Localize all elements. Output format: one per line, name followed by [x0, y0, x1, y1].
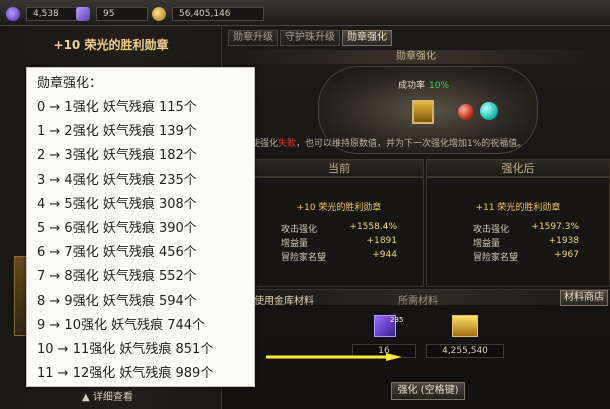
success-rate-value: 10%	[429, 81, 450, 91]
enhance-cost-tooltip: 勋章强化： 0 → 1强化 妖气残痕 115个 1 → 2强化 妖气残痕 139…	[26, 67, 255, 387]
warning-fail-text: 失败	[278, 139, 297, 149]
warning-part: ，也可以维持原数值，并为下一次强化增加1%的祝福值。	[296, 139, 527, 149]
materials-bar: 使用金库材料 所需材料 材料商店	[254, 289, 610, 307]
tooltip-row: 5 → 6强化 妖气残痕 390个	[37, 220, 197, 236]
gold-coins-icon	[152, 7, 166, 21]
stat-label: 冒险家名望	[281, 253, 327, 263]
stat-value: +967	[554, 250, 579, 260]
tooltip-row: 3 → 4强化 妖气残痕 235个	[37, 172, 197, 188]
material-shop-button[interactable]: 材料商店	[560, 290, 608, 306]
success-rate-label: 成功率	[398, 81, 426, 91]
arrow-annotation-icon	[266, 353, 402, 361]
stat-label: 冒险家名望	[473, 253, 519, 263]
stat-label: 增益量	[281, 239, 309, 249]
cube-icon	[76, 7, 90, 21]
stat-value: +1558.4%	[349, 222, 397, 232]
medal-slot[interactable]	[412, 100, 434, 124]
tooltip-row: 11 → 12强化 妖气残痕 989个	[37, 366, 214, 382]
current-stats-box: +10 荣光的胜利勋章 攻击强化 +1558.4% 增益量 +1891 冒险家名…	[254, 177, 424, 287]
current-header: 当前	[254, 159, 424, 177]
red-bead-icon	[458, 104, 474, 120]
enhance-panel: 勋章升级 守护珠升级 勋章强化 勋章强化 成功率 10% 即使强化失败，也可以维持…	[222, 26, 610, 409]
tooltip-row: 1 → 2强化 妖气残痕 139个	[37, 124, 197, 140]
cube-currency: 95	[76, 6, 148, 22]
gold-cost: 4,255,540	[426, 344, 504, 358]
after-stats-box: +11 荣光的胜利勋章 攻击强化 +1597.3% 增益量 +1938 冒险家名…	[426, 177, 610, 287]
use-vault-materials[interactable]: 使用金库材料	[254, 292, 314, 307]
detail-view-link[interactable]: ▲ 详细查看	[82, 388, 133, 403]
stat-label: 攻击强化	[281, 225, 318, 235]
required-materials-label: 所需材料	[398, 296, 438, 307]
success-rate: 成功率 10%	[398, 78, 449, 91]
after-header: 强化后	[426, 159, 610, 177]
stat-value: +1891	[366, 236, 397, 246]
stat-value: +944	[372, 250, 397, 260]
medal-title: +10 荣光的胜利勋章	[53, 38, 169, 52]
enhance-section-title: 勋章强化	[228, 50, 604, 64]
tooltip-row: 7 → 8强化 妖气残痕 552个	[37, 269, 197, 285]
material-badge: 235	[390, 316, 404, 324]
tab-guard-bead-upgrade[interactable]: 守护珠升级	[280, 30, 340, 46]
cyan-bead-icon	[480, 102, 498, 120]
spirit-orb-icon	[6, 7, 20, 21]
after-item-name: +11 荣光的胜利勋章	[475, 203, 561, 213]
stat-label: 攻击强化	[473, 225, 510, 235]
tooltip-row: 2 → 3强化 妖气残痕 182个	[37, 148, 197, 164]
tooltip-row: 8 → 9强化 妖气残痕 594个	[37, 293, 197, 309]
tab-bar: 勋章升级 守护珠升级 勋章强化	[228, 30, 392, 46]
tooltip-row: 4 → 5强化 妖气残痕 308个	[37, 196, 197, 212]
tooltip-row: 0 → 1强化 妖气残痕 115个	[37, 100, 197, 115]
currency-bar: 4,538 95 56,405,146	[0, 0, 610, 26]
stat-value: +1938	[548, 236, 579, 246]
current-item-name: +10 荣光的胜利勋章	[296, 203, 382, 213]
spirit-currency: 4,538	[6, 6, 86, 22]
gold-value: 56,405,146	[172, 7, 264, 21]
tab-medal-enhance[interactable]: 勋章强化	[342, 30, 392, 46]
tab-medal-upgrade[interactable]: 勋章升级	[228, 30, 278, 46]
tooltip-row: 9 → 10强化 妖气残痕 744个	[37, 317, 206, 333]
tooltip-row: 6 → 7强化 妖气残痕 456个	[37, 245, 197, 261]
tooltip-title: 勋章强化：	[37, 76, 103, 91]
gold-coins-icon[interactable]	[452, 315, 478, 337]
cube-value: 95	[96, 7, 148, 21]
enhance-warning-text: 即使强化失败，也可以维持原数值，并为下一次强化增加1%的祝福值。	[242, 136, 610, 149]
tooltip-row: 10 → 11强化 妖气残痕 851个	[37, 341, 214, 357]
stat-label: 增益量	[473, 239, 501, 249]
stat-value: +1597.3%	[531, 222, 579, 232]
gold-currency: 56,405,146	[152, 6, 264, 22]
strengthen-button[interactable]: 强化 (空格键)	[391, 382, 465, 400]
